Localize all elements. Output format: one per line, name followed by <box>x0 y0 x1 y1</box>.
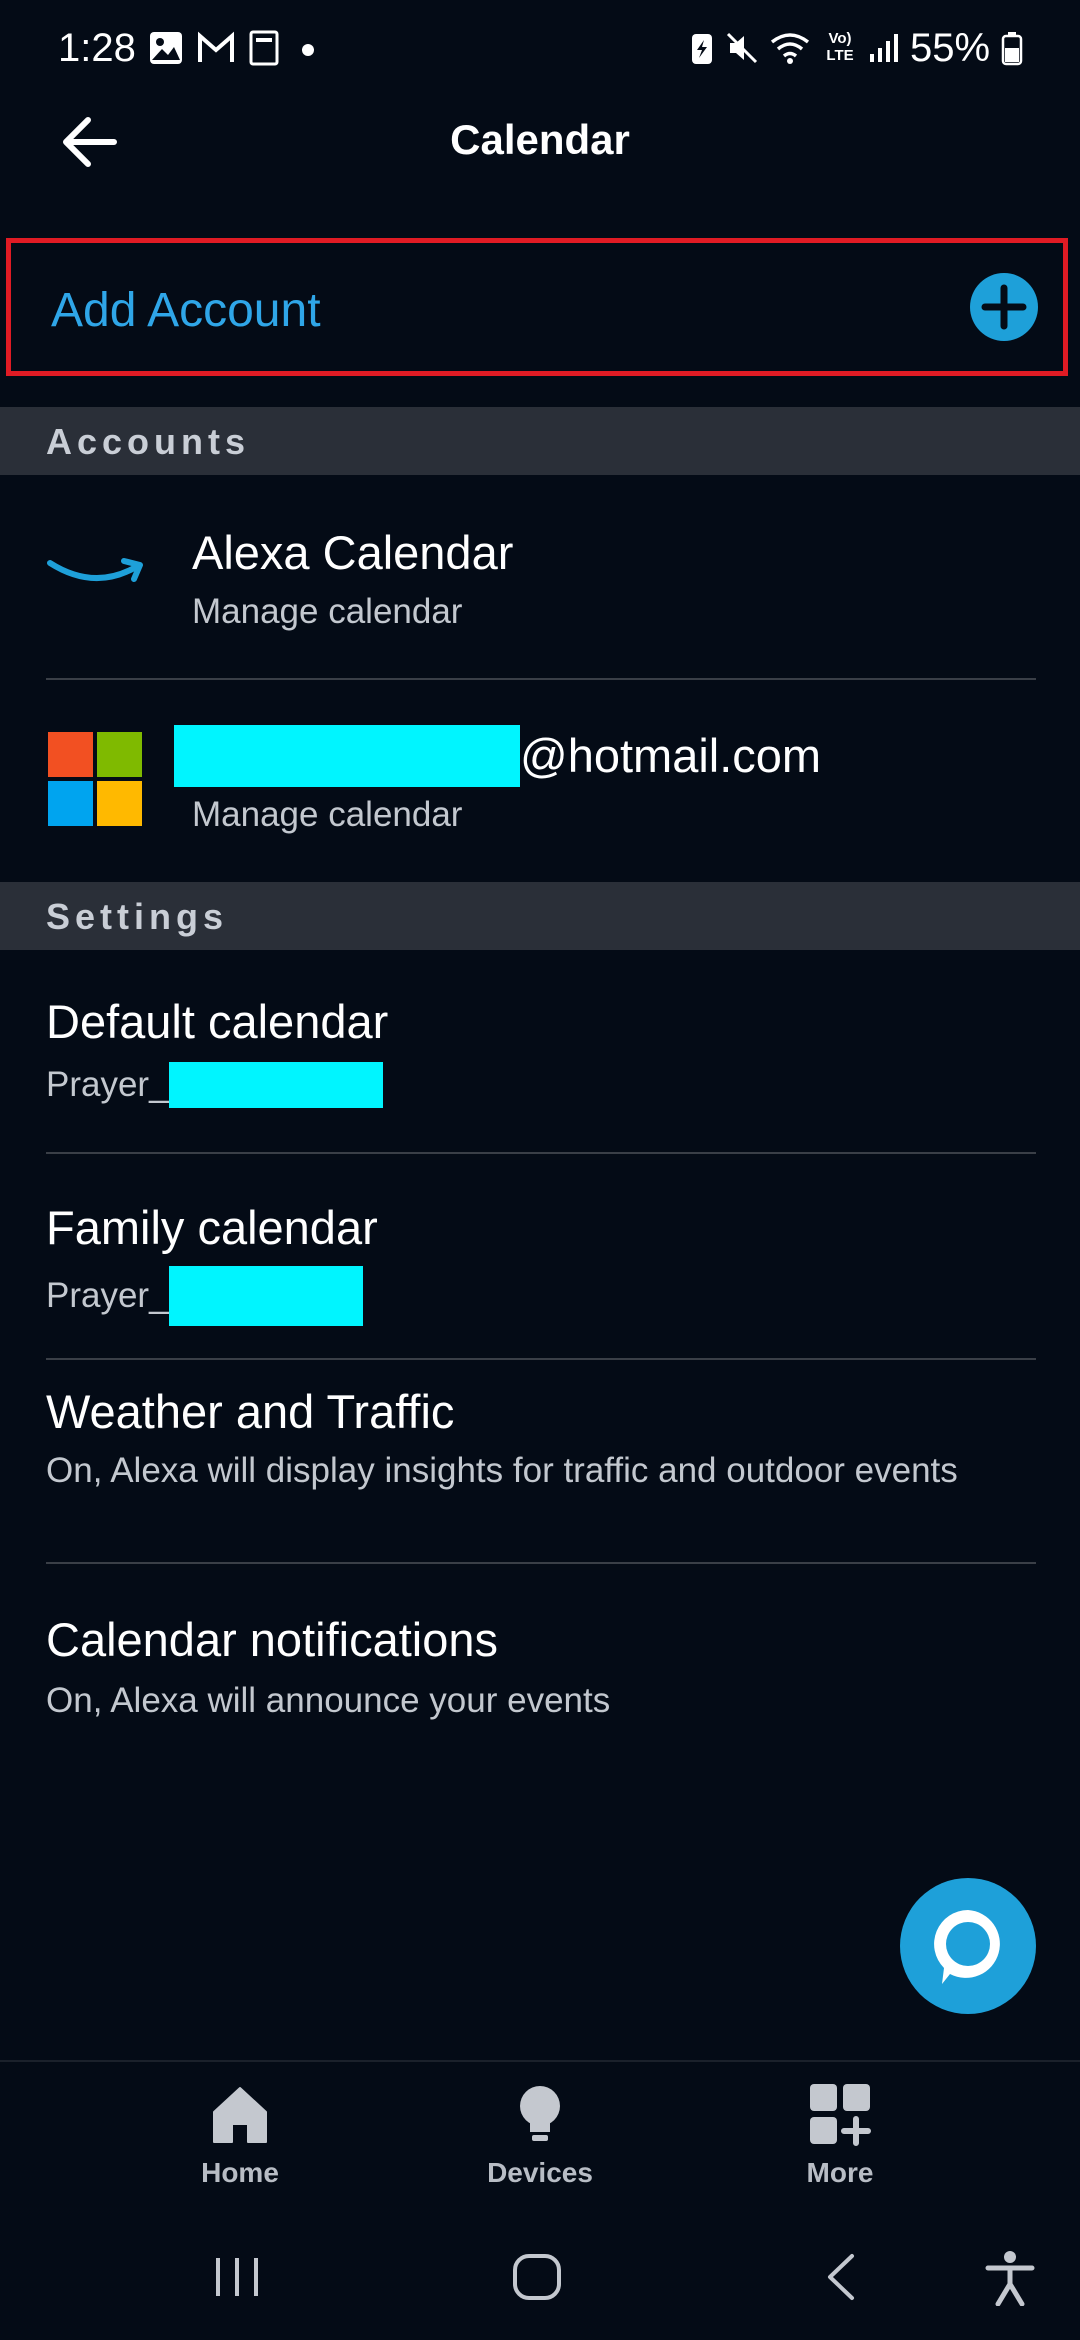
setting-title: Family calendar <box>46 1201 378 1254</box>
account-name: Alexa Calendar <box>192 526 514 579</box>
nav-more-label: More <box>806 2157 874 2188</box>
bottom-navigation: Home Devices More <box>0 2060 1080 2202</box>
redacted-block <box>168 1061 383 1108</box>
nav-more[interactable]: More <box>740 2084 940 2189</box>
account-email: @hotmail.com <box>174 724 821 787</box>
account-hotmail[interactable]: @hotmail.com Manage calendar <box>0 680 1080 880</box>
home-circle-icon[interactable] <box>510 2252 564 2302</box>
settings-section-header: Settings <box>0 882 1080 950</box>
battery-percent: 55% <box>910 26 991 70</box>
system-navigation <box>0 2230 1080 2340</box>
grid-plus-icon <box>810 2084 871 2146</box>
account-subtitle: Manage calendar <box>192 592 463 631</box>
wifi-icon <box>770 33 810 64</box>
setting-value: Prayer_ <box>46 1266 363 1326</box>
page-title: Calendar <box>450 116 630 163</box>
nav-devices-label: Devices <box>487 2157 593 2188</box>
status-bar: 1:28 Vo) LTE 55% <box>0 0 1080 100</box>
amazon-smile-icon <box>47 558 143 582</box>
image-icon <box>150 32 182 64</box>
account-alexa-calendar[interactable]: Alexa Calendar Manage calendar <box>0 475 1080 679</box>
setting-title: Weather and Traffic <box>46 1385 455 1438</box>
nav-devices[interactable]: Devices <box>440 2084 640 2189</box>
alexa-button[interactable] <box>900 1878 1036 2014</box>
status-time: 1:28 <box>58 26 136 70</box>
volte-icon: Vo) LTE <box>826 30 854 64</box>
home-icon <box>213 2087 267 2143</box>
alexa-ring-icon <box>934 1910 1000 1984</box>
sim-card-icon <box>249 30 279 66</box>
recents-icon[interactable] <box>210 2252 264 2302</box>
microsoft-logo-icon <box>48 732 142 826</box>
account-subtitle: Manage calendar <box>192 795 463 834</box>
lightbulb-icon <box>520 2086 560 2141</box>
setting-value: Prayer_ <box>46 1060 383 1108</box>
setting-calendar-notifications[interactable]: Calendar notifications On, Alexa will an… <box>0 1564 1080 1764</box>
add-account-label: Add Account <box>51 284 321 337</box>
redacted-block <box>168 1266 363 1326</box>
add-account-button[interactable]: Add Account <box>6 238 1068 376</box>
accessibility-icon[interactable] <box>984 2250 1036 2306</box>
accounts-section-header: Accounts <box>0 407 1080 475</box>
battery-icon <box>1001 32 1023 66</box>
signal-icon <box>870 34 898 62</box>
nav-home[interactable]: Home <box>140 2084 340 2189</box>
setting-value: On, Alexa will announce your events <box>46 1681 611 1720</box>
redacted-block <box>174 724 520 787</box>
setting-weather-traffic[interactable]: Weather and Traffic On, Alexa will displ… <box>0 1360 1080 1564</box>
setting-title: Calendar notifications <box>46 1613 498 1666</box>
setting-family-calendar[interactable]: Family calendar Prayer_ <box>0 1154 1080 1358</box>
setting-default-calendar[interactable]: Default calendar Prayer_ <box>0 950 1080 1154</box>
setting-title: Default calendar <box>46 995 389 1048</box>
mute-icon <box>726 32 758 64</box>
back-chevron-icon[interactable] <box>820 2252 864 2302</box>
plus-circle-icon <box>970 273 1038 341</box>
gmail-icon <box>198 31 234 62</box>
dot-icon <box>302 44 314 56</box>
battery-saver-icon <box>692 34 712 64</box>
setting-value: On, Alexa will display insights for traf… <box>46 1451 958 1490</box>
nav-home-label: Home <box>201 2157 279 2188</box>
